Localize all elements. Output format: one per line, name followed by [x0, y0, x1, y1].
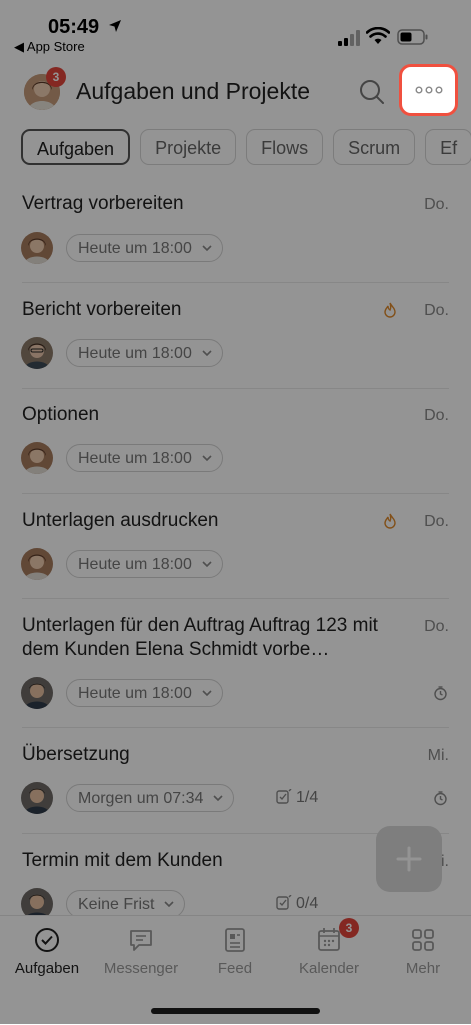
chevron-down-icon — [202, 350, 212, 357]
deadline-text: Heute um 18:00 — [78, 450, 192, 467]
task-title: Vertrag vorbereiten — [22, 193, 184, 214]
task-title: Bericht vorbereiten — [22, 299, 182, 320]
nav-label: Feed — [217, 960, 253, 977]
deadline-chip[interactable]: Heute um 18:00 — [66, 234, 223, 262]
grid-icon — [412, 929, 434, 951]
chevron-down-icon — [202, 455, 212, 462]
task-title: Termin mit dem Kunden — [22, 850, 223, 871]
battery-icon — [397, 29, 428, 45]
add-task-button[interactable] — [376, 826, 442, 892]
feed-icon — [225, 928, 245, 952]
checklist-text: 0/4 — [296, 895, 319, 912]
task-row[interactable]: Vertrag vorbereiten Do. Heute um 18:00 — [0, 190, 471, 282]
nav-messenger[interactable]: Messenger — [94, 926, 188, 977]
avatar — [21, 677, 53, 709]
task-row[interactable]: Bericht vorbereiten Do. Heute um 18:00 — [0, 296, 471, 388]
nav-aufgaben[interactable]: Aufgaben — [0, 926, 94, 977]
checklist-text: 1/4 — [296, 789, 319, 806]
task-day: Do. — [424, 407, 449, 424]
divider — [22, 598, 449, 599]
home-indicator — [151, 1008, 320, 1014]
task-title: Unterlagen ausdrucken — [22, 510, 219, 531]
checklist-icon — [276, 788, 292, 804]
deadline-text: Morgen um 07:34 — [78, 790, 204, 807]
nav-label: Mehr — [405, 960, 441, 977]
avatar — [21, 442, 53, 474]
tab-aufgaben[interactable]: Aufgaben — [21, 129, 131, 165]
deadline-chip[interactable]: Heute um 18:00 — [66, 550, 223, 578]
wifi-icon — [366, 27, 390, 44]
check-circle-icon — [35, 928, 59, 952]
tab-efficiency[interactable]: Ef — [425, 129, 471, 165]
tab-projekte[interactable]: Projekte — [140, 129, 237, 165]
deadline-chip[interactable]: Heute um 18:00 — [66, 679, 223, 707]
clock-icon — [434, 686, 447, 701]
divider — [22, 388, 449, 389]
task-row[interactable]: Unterlagen ausdrucken Do. Heute um 18:00 — [0, 507, 471, 599]
screen: 05:49 ◀ App Store 3 Aufgaben und Projekt… — [0, 0, 471, 1025]
nav-feed[interactable]: Feed — [188, 926, 282, 977]
calendar-badge: 3 — [339, 918, 359, 938]
avatar — [21, 782, 53, 814]
chevron-down-icon — [202, 245, 212, 252]
task-row[interactable]: Unterlagen für den Auftrag Auftrag 123 m… — [0, 612, 471, 722]
clock-icon — [434, 791, 447, 806]
task-day: Do. — [424, 302, 449, 319]
tab-flows[interactable]: Flows — [246, 129, 324, 165]
avatar — [21, 548, 53, 580]
nav-label: Aufgaben — [14, 960, 80, 977]
task-row[interactable]: Übersetzung Mi. Morgen um 07:34 1/4 — [0, 741, 471, 833]
task-day: Do. — [424, 196, 449, 213]
task-title: Übersetzung — [22, 744, 130, 765]
chevron-down-icon — [164, 901, 175, 908]
plus-icon — [396, 846, 422, 872]
task-day: Do. — [424, 618, 449, 635]
filter-tabs: Aufgaben Projekte Flows Scrum Ef — [21, 129, 471, 167]
location-arrow-icon — [109, 20, 121, 32]
deadline-chip[interactable]: Heute um 18:00 — [66, 339, 223, 367]
task-day: Mi. — [427, 747, 449, 764]
deadline-text: Heute um 18:00 — [78, 556, 192, 573]
divider — [22, 727, 449, 728]
notification-badge: 3 — [46, 67, 66, 87]
status-time: 05:49 — [48, 16, 100, 38]
back-to-app-link[interactable]: ◀ App Store — [14, 39, 85, 55]
more-horizontal-icon — [415, 86, 443, 94]
search-button[interactable] — [358, 78, 386, 106]
nav-kalender[interactable]: Kalender — [282, 926, 376, 977]
divider — [22, 282, 449, 283]
deadline-text: Heute um 18:00 — [78, 345, 192, 362]
nav-mehr[interactable]: Mehr — [376, 926, 470, 977]
checklist-counter: 1/4 — [276, 788, 319, 807]
nav-label: Kalender — [298, 960, 360, 977]
deadline-text: Heute um 18:00 — [78, 685, 192, 702]
chevron-down-icon — [202, 690, 212, 697]
task-title: Unterlagen für den Auftrag Auftrag 123 m… — [22, 615, 378, 660]
task-day: Do. — [424, 513, 449, 530]
flame-icon — [384, 513, 396, 529]
task-title: Optionen — [22, 404, 100, 425]
more-options-button[interactable] — [399, 64, 458, 116]
avatar — [21, 232, 53, 264]
avatar — [21, 337, 53, 369]
deadline-chip[interactable]: Keine Frist — [66, 890, 186, 918]
deadline-chip[interactable]: Morgen um 07:34 — [66, 784, 235, 812]
search-icon — [360, 80, 384, 104]
tab-scrum[interactable]: Scrum — [333, 129, 416, 165]
task-row[interactable]: Optionen Do. Heute um 18:00 — [0, 401, 471, 493]
checklist-counter: 0/4 — [276, 894, 319, 913]
flame-icon — [384, 302, 396, 318]
cellular-signal-icon — [338, 30, 360, 46]
page-title: Aufgaben und Projekte — [76, 78, 311, 104]
chevron-down-icon — [213, 795, 223, 802]
chat-icon — [130, 930, 152, 951]
status-bar: 05:49 ◀ App Store — [0, 0, 471, 58]
nav-label: Messenger — [103, 960, 179, 977]
checklist-icon — [276, 894, 292, 910]
deadline-text: Heute um 18:00 — [78, 240, 192, 257]
chevron-down-icon — [202, 561, 212, 568]
divider — [22, 493, 449, 494]
deadline-chip[interactable]: Heute um 18:00 — [66, 444, 223, 472]
deadline-text: Keine Frist — [78, 896, 155, 913]
